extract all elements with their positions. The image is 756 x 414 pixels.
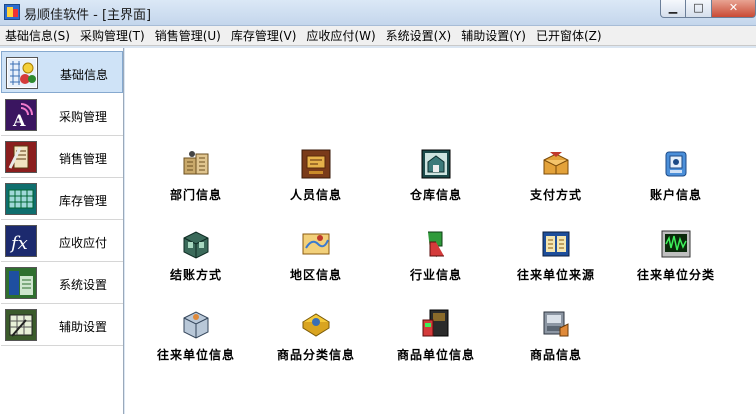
personnel-icon	[300, 148, 332, 180]
basic-info-icon	[6, 57, 38, 89]
partner-source-icon	[540, 228, 572, 260]
maximize-icon: □	[693, 1, 704, 14]
app-icon	[4, 4, 20, 20]
sidebar-item-sales[interactable]: 销售管理	[1, 136, 123, 178]
menu-auxiliary-settings[interactable]: 辅助设置(Y)	[456, 26, 531, 46]
tile-label: 人员信息	[289, 188, 342, 202]
menu-receivable-payable[interactable]: 应收应付(W)	[301, 26, 380, 46]
region-icon	[300, 228, 332, 260]
tile-label: 地区信息	[289, 268, 342, 282]
sidebar-item-auxiliary-settings[interactable]: 辅助设置	[1, 304, 123, 346]
sidebar-item-inventory[interactable]: 库存管理	[1, 178, 123, 220]
tile-label: 账户信息	[649, 188, 702, 202]
system-settings-icon	[5, 267, 37, 299]
tile-label: 往来单位来源	[516, 268, 595, 282]
sidebar-item-label: 系统设置	[59, 278, 108, 292]
account-icon	[660, 148, 692, 180]
inventory-icon	[5, 183, 37, 215]
main-panel: 部门信息 人员信息 仓库信息 支付方式 账户信息 结账方式 地区信息 行业信息 …	[125, 48, 756, 414]
tile-warehouse[interactable]: 仓库信息	[381, 148, 491, 208]
product-unit-icon	[420, 308, 452, 340]
tile-payment-method[interactable]: 支付方式	[501, 148, 611, 208]
sidebar: 基础信息 A 采购管理 销售管理 库存管理 fx 应收应付 系统设置 辅助设置	[0, 48, 124, 414]
tile-partner-info[interactable]: 往来单位信息	[141, 308, 251, 368]
tile-department[interactable]: 部门信息	[141, 148, 251, 208]
tile-label: 仓库信息	[409, 188, 462, 202]
product-info-icon	[540, 308, 572, 340]
close-button[interactable]: ✕	[712, 0, 756, 18]
tile-product-info[interactable]: 商品信息	[501, 308, 611, 368]
tile-settlement-method[interactable]: 结账方式	[141, 228, 251, 288]
maximize-button[interactable]: □	[686, 0, 712, 18]
partner-info-icon	[180, 308, 212, 340]
product-category-icon	[300, 308, 332, 340]
tile-product-unit[interactable]: 商品单位信息	[381, 308, 491, 368]
sidebar-item-system-settings[interactable]: 系统设置	[1, 262, 123, 304]
tile-partner-source[interactable]: 往来单位来源	[501, 228, 611, 288]
tile-label: 结账方式	[169, 268, 222, 282]
payment-method-icon	[540, 148, 572, 180]
tile-account[interactable]: 账户信息	[621, 148, 731, 208]
menu-sales[interactable]: 销售管理(U)	[150, 26, 226, 46]
minimize-button[interactable]: ▁	[660, 0, 686, 18]
tile-product-category[interactable]: 商品分类信息	[261, 308, 371, 368]
tile-industry[interactable]: 行业信息	[381, 228, 491, 288]
title-bar: 易顺佳软件 - [主界面] ▁ □ ✕	[0, 0, 756, 26]
sales-icon	[5, 141, 37, 173]
tile-label: 商品单位信息	[396, 348, 475, 362]
tile-label: 商品信息	[529, 348, 582, 362]
svg-text:A: A	[12, 111, 26, 130]
window-title: 易顺佳软件 - [主界面]	[24, 8, 152, 23]
tile-region[interactable]: 地区信息	[261, 228, 371, 288]
menu-bar: 基础信息(S) 采购管理(T) 销售管理(U) 库存管理(V) 应收应付(W) …	[0, 26, 756, 46]
menu-system-settings[interactable]: 系统设置(X)	[381, 26, 457, 46]
tile-label: 商品分类信息	[276, 348, 355, 362]
tile-label: 往来单位分类	[636, 268, 715, 282]
close-icon: ✕	[728, 1, 739, 14]
menu-open-windows[interactable]: 已开窗体(Z)	[531, 26, 607, 46]
tile-label: 行业信息	[409, 268, 462, 282]
sidebar-item-label: 应收应付	[59, 236, 108, 250]
minimize-icon: ▁	[668, 1, 678, 14]
industry-icon	[420, 228, 452, 260]
auxiliary-settings-icon	[5, 309, 37, 341]
sidebar-item-label: 库存管理	[59, 194, 108, 208]
sidebar-item-label: 基础信息	[60, 68, 109, 82]
sidebar-item-label: 辅助设置	[59, 320, 108, 334]
tile-personnel[interactable]: 人员信息	[261, 148, 371, 208]
warehouse-icon	[420, 148, 452, 180]
menu-basic-info[interactable]: 基础信息(S)	[0, 26, 75, 46]
receivable-payable-icon: fx	[5, 225, 37, 257]
sidebar-item-receivable-payable[interactable]: fx 应收应付	[1, 220, 123, 262]
sidebar-item-label: 销售管理	[59, 152, 108, 166]
sidebar-item-basic-info[interactable]: 基础信息	[1, 51, 123, 93]
tile-label: 往来单位信息	[156, 348, 235, 362]
tile-label: 部门信息	[169, 188, 222, 202]
menu-purchase[interactable]: 采购管理(T)	[75, 26, 150, 46]
svg-text:fx: fx	[9, 233, 28, 254]
tile-label: 支付方式	[529, 188, 582, 202]
purchase-icon: A	[5, 99, 37, 131]
menu-inventory[interactable]: 库存管理(V)	[226, 26, 302, 46]
tile-partner-category[interactable]: 往来单位分类	[621, 228, 731, 288]
sidebar-item-label: 采购管理	[59, 110, 108, 124]
department-icon	[180, 148, 212, 180]
sidebar-item-purchase[interactable]: A 采购管理	[1, 94, 123, 136]
partner-category-icon	[660, 228, 692, 260]
settlement-method-icon	[180, 228, 212, 260]
window-controls: ▁ □ ✕	[660, 0, 756, 18]
